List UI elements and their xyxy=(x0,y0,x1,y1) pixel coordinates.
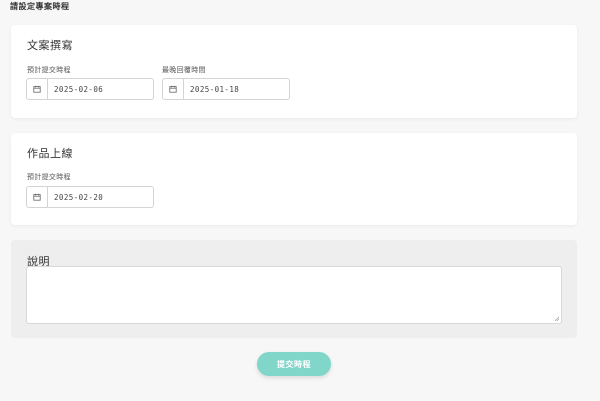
calendar-icon[interactable] xyxy=(163,79,184,99)
section-card-copywriting: 文案撰寫 預計提交時程 2025-02-06 最晚回覆時間 2025-01-18 xyxy=(11,25,577,118)
calendar-icon[interactable] xyxy=(27,187,48,207)
field-label: 預計提交時程 xyxy=(27,173,71,181)
date-value: 2025-02-20 xyxy=(54,192,104,202)
submit-date-input[interactable]: 2025-02-20 xyxy=(26,186,154,208)
date-value: 2025-01-18 xyxy=(190,84,240,94)
submit-schedule-button[interactable]: 提交時程 xyxy=(257,352,331,376)
field-label: 最晚回覆時間 xyxy=(162,66,206,74)
section-title: 文案撰寫 xyxy=(27,39,73,52)
section-card-launch: 作品上線 預計提交時程 2025-02-20 xyxy=(11,133,577,225)
reply-deadline-input[interactable]: 2025-01-18 xyxy=(162,78,290,100)
resize-handle-icon[interactable] xyxy=(554,316,559,321)
page-title: 請設定專案時程 xyxy=(10,2,70,11)
field-label: 預計提交時程 xyxy=(27,66,71,74)
note-section: 說明 xyxy=(11,240,577,338)
submit-date-input[interactable]: 2025-02-06 xyxy=(26,78,154,100)
note-textarea[interactable] xyxy=(26,266,562,324)
date-value: 2025-02-06 xyxy=(54,84,104,94)
section-title: 作品上線 xyxy=(27,147,73,160)
calendar-icon[interactable] xyxy=(27,79,48,99)
